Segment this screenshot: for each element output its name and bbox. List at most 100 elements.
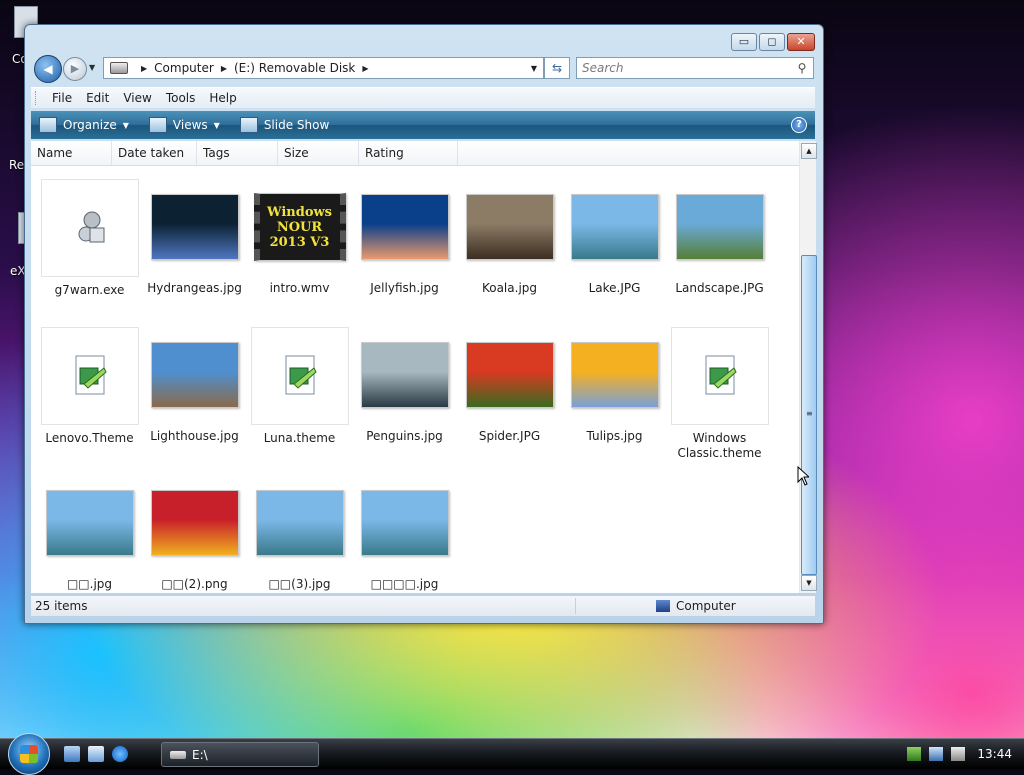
file-item[interactable]: Windows Classic.theme xyxy=(667,327,772,461)
file-item[interactable]: Lighthouse.jpg xyxy=(142,327,247,444)
taskbar: E:\ 13:44 xyxy=(0,733,1024,775)
breadcrumb-computer[interactable]: Computer xyxy=(154,61,214,75)
photo-thumbnail xyxy=(672,179,768,275)
item-count: 25 items xyxy=(35,599,88,613)
video-thumbnail: Windows NOUR 2013 V3 xyxy=(252,179,348,275)
system-tray: 13:44 xyxy=(907,739,1024,769)
views-label: Views xyxy=(172,118,208,132)
file-item[interactable]: □□.jpg xyxy=(37,475,142,592)
show-desktop-icon[interactable] xyxy=(64,746,80,762)
file-name: □□(3).jpg xyxy=(268,577,331,591)
file-item[interactable]: Windows NOUR 2013 V3 intro.wmv xyxy=(247,179,352,296)
close-icon: ✕ xyxy=(796,35,806,48)
vertical-scrollbar[interactable]: ▲ ≡ ▼ xyxy=(799,141,817,593)
column-header-name[interactable]: Name xyxy=(31,141,112,165)
file-name: Luna.theme xyxy=(263,431,336,445)
menu-file[interactable]: File xyxy=(45,91,79,105)
chevron-right-icon[interactable]: ▶ xyxy=(141,64,147,73)
column-header-date-taken[interactable]: Date taken xyxy=(112,141,197,165)
search-icon[interactable]: ⚲ xyxy=(791,61,813,75)
recent-pages-dropdown[interactable]: ▼ xyxy=(89,63,95,72)
file-name: □□.jpg xyxy=(66,577,113,591)
menu-view[interactable]: View xyxy=(116,91,158,105)
arrow-left-icon: ◀ xyxy=(43,62,53,76)
image-preview xyxy=(360,194,449,260)
column-header-size[interactable]: Size xyxy=(278,141,359,165)
file-item[interactable]: □□□□.jpg xyxy=(352,475,457,592)
photo-thumbnail xyxy=(147,327,243,423)
video-frame: Windows NOUR 2013 V3 xyxy=(253,193,346,261)
image-preview xyxy=(675,194,764,260)
file-item[interactable]: Hydrangeas.jpg xyxy=(142,179,247,296)
back-button[interactable]: ◀ xyxy=(34,55,62,83)
file-name: Hydrangeas.jpg xyxy=(147,281,242,295)
file-item[interactable]: Lenovo.Theme xyxy=(37,327,142,446)
search-input[interactable]: Search xyxy=(577,61,791,75)
slideshow-button[interactable]: Slide Show xyxy=(239,117,329,133)
address-bar[interactable]: ▶ Computer ▶ (E:) Removable Disk ▶ ▼ xyxy=(103,57,544,79)
file-name: Windows Classic.theme xyxy=(677,431,762,460)
switch-windows-icon[interactable] xyxy=(88,746,104,762)
volume-muted-icon[interactable] xyxy=(951,747,966,761)
image-preview xyxy=(360,342,449,408)
file-item[interactable]: Koala.jpg xyxy=(457,179,562,296)
menu-edit[interactable]: Edit xyxy=(79,91,116,105)
computer-icon xyxy=(656,600,670,612)
forward-button[interactable]: ▶ xyxy=(63,57,87,81)
breadcrumb-removable-disk[interactable]: (E:) Removable Disk xyxy=(234,61,355,75)
file-list-pane: Name Date taken Tags Size Rating g7warn.… xyxy=(31,141,817,593)
photo-thumbnail xyxy=(567,327,663,423)
image-preview xyxy=(150,490,239,556)
zone-indicator: Computer xyxy=(656,599,736,613)
organize-label: Organize xyxy=(63,118,117,132)
column-header-rating[interactable]: Rating xyxy=(359,141,458,165)
file-name: Tulips.jpg xyxy=(586,429,643,443)
image-preview xyxy=(150,194,239,260)
drive-icon xyxy=(110,62,128,74)
start-button[interactable] xyxy=(8,733,50,775)
exe-file-icon xyxy=(40,179,139,277)
status-bar: 25 items Computer xyxy=(31,595,815,616)
file-item[interactable]: g7warn.exe xyxy=(37,179,142,298)
minimize-button[interactable]: ▭ xyxy=(731,33,757,51)
file-item[interactable]: Tulips.jpg xyxy=(562,327,667,444)
organize-button[interactable]: Organize ▼ xyxy=(39,117,129,133)
window-controls: ▭ ◻ ✕ xyxy=(731,33,815,51)
image-preview xyxy=(465,194,554,260)
file-item[interactable]: □□(3).jpg xyxy=(247,475,352,592)
maximize-button[interactable]: ◻ xyxy=(759,33,785,51)
theme-icon xyxy=(285,355,317,395)
scroll-thumb[interactable]: ≡ xyxy=(801,255,817,575)
status-divider xyxy=(575,598,576,614)
scroll-down-button[interactable]: ▼ xyxy=(801,575,817,591)
theme-file-icon xyxy=(670,327,769,425)
file-item[interactable]: Landscape.JPG xyxy=(667,179,772,296)
file-item[interactable]: Lake.JPG xyxy=(562,179,667,296)
chevron-right-icon[interactable]: ▶ xyxy=(221,64,227,73)
close-button[interactable]: ✕ xyxy=(787,33,815,51)
column-header-tags[interactable]: Tags xyxy=(197,141,278,165)
file-item[interactable]: Luna.theme xyxy=(247,327,352,446)
desktop-icon-label-recycle[interactable]: Re xyxy=(9,158,24,172)
views-button[interactable]: Views ▼ xyxy=(148,117,220,133)
file-item[interactable]: Spider.JPG xyxy=(457,327,562,444)
address-dropdown-icon[interactable]: ▼ xyxy=(531,64,537,73)
help-icon[interactable]: ? xyxy=(791,117,807,133)
menu-help[interactable]: Help xyxy=(202,91,243,105)
refresh-icon: ⇆ xyxy=(551,61,563,75)
file-item[interactable]: Penguins.jpg xyxy=(352,327,457,444)
clock[interactable]: 13:44 xyxy=(977,747,1012,761)
search-box[interactable]: Search ⚲ xyxy=(576,57,814,79)
file-name: Lake.JPG xyxy=(588,281,641,295)
network-icon[interactable] xyxy=(929,747,944,761)
scroll-up-button[interactable]: ▲ xyxy=(801,143,817,159)
internet-explorer-icon[interactable] xyxy=(112,746,128,762)
safely-remove-icon[interactable] xyxy=(907,747,922,761)
file-item[interactable]: □□(2).png xyxy=(142,475,247,592)
chevron-right-icon[interactable]: ▶ xyxy=(362,64,368,73)
file-item[interactable]: Jellyfish.jpg xyxy=(352,179,457,296)
command-bar: Organize ▼ Views ▼ Slide Show ? xyxy=(31,111,815,139)
taskbar-item-explorer[interactable]: E:\ xyxy=(161,742,319,767)
menu-tools[interactable]: Tools xyxy=(159,91,203,105)
refresh-button[interactable]: ⇆ xyxy=(544,57,570,79)
